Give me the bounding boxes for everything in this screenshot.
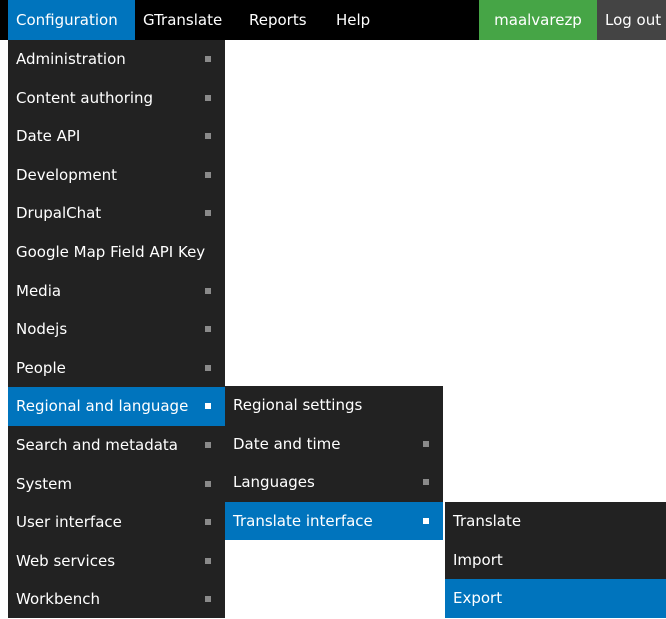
menu-item-regional-settings[interactable]: Regional settings (225, 386, 443, 425)
menu-reports[interactable]: Reports (241, 0, 325, 40)
submenu-indicator-icon (205, 441, 211, 448)
menu-item-date-api[interactable]: Date API (8, 117, 225, 156)
menu-item-label: Development (16, 165, 117, 184)
menu-item-regional-and-language[interactable]: Regional and language (8, 387, 225, 426)
menu-item-development[interactable]: Development (8, 156, 225, 195)
submenu-indicator-icon (205, 403, 211, 410)
logout-link[interactable]: Log out (597, 0, 666, 40)
menu-item-label: Administration (16, 50, 126, 68)
submenu-indicator-icon (205, 557, 211, 564)
submenu-indicator-icon (205, 596, 211, 603)
menu-item-search-and-metadata[interactable]: Search and metadata (8, 426, 225, 465)
menu-item-label: Nodejs (16, 320, 68, 339)
menu-help[interactable]: Help (328, 0, 382, 40)
menu-item-label: Import (453, 550, 503, 569)
menu-item-label: Workbench (16, 590, 100, 609)
menu-item-export[interactable]: Export (445, 579, 666, 618)
menu-item-import[interactable]: Import (445, 541, 666, 580)
configuration-dropdown: Administration Content authoring Date AP… (8, 40, 225, 618)
menu-gtranslate[interactable]: GTranslate (135, 0, 231, 40)
menu-item-label: Content authoring (16, 88, 154, 107)
user-account-link[interactable]: maalvarezp (479, 0, 597, 40)
menu-item-label: Export (453, 589, 503, 608)
menu-item-administration[interactable]: Administration (8, 40, 225, 79)
submenu-indicator-icon (205, 94, 211, 101)
menu-item-label: Regional and language (16, 397, 189, 416)
submenu-indicator-icon (205, 364, 211, 371)
menu-item-label: User interface (16, 513, 122, 532)
submenu-indicator-icon (423, 517, 429, 524)
translate-interface-submenu: Translate Import Export (445, 502, 666, 618)
submenu-indicator-icon (205, 326, 211, 333)
menu-item-label: Media (16, 281, 62, 300)
menu-item-label: Google Map Field API Key (16, 242, 206, 261)
menu-item-label: Regional settings (233, 396, 363, 414)
menu-item-label: People (16, 358, 66, 377)
menu-item-label: Date API (16, 127, 81, 146)
menu-item-translate[interactable]: Translate (445, 502, 666, 541)
menu-item-languages[interactable]: Languages (225, 463, 443, 502)
menu-item-label: Translate (453, 512, 522, 530)
menu-item-google-map-field-api-key[interactable]: Google Map Field API Key (8, 233, 225, 272)
submenu-indicator-icon (205, 133, 211, 140)
menu-configuration[interactable]: Configuration (8, 0, 135, 40)
menu-item-label: Languages (233, 473, 315, 492)
menu-item-label: Web services (16, 551, 116, 570)
menu-item-web-services[interactable]: Web services (8, 542, 225, 581)
submenu-indicator-icon (423, 440, 429, 447)
menu-item-workbench[interactable]: Workbench (8, 580, 225, 619)
submenu-indicator-icon (205, 210, 211, 217)
menu-item-date-and-time[interactable]: Date and time (225, 425, 443, 464)
submenu-indicator-icon (205, 519, 211, 526)
submenu-indicator-icon (205, 171, 211, 178)
menu-item-people[interactable]: People (8, 349, 225, 388)
menu-item-label: Date and time (233, 434, 341, 453)
menu-item-drupalchat[interactable]: DrupalChat (8, 194, 225, 233)
menu-item-label: Search and metadata (16, 435, 178, 454)
menu-item-user-interface[interactable]: User interface (8, 503, 225, 542)
submenu-indicator-icon (205, 56, 211, 62)
submenu-indicator-icon (205, 287, 211, 294)
menu-item-content-authoring[interactable]: Content authoring (8, 79, 225, 118)
menu-item-system[interactable]: System (8, 465, 225, 504)
submenu-indicator-icon (423, 479, 429, 486)
menu-item-label: Translate interface (233, 511, 373, 530)
menu-item-media[interactable]: Media (8, 272, 225, 311)
menu-item-label: DrupalChat (16, 204, 102, 223)
menu-item-nodejs[interactable]: Nodejs (8, 310, 225, 349)
admin-toolbar: Configuration GTranslate Reports Help ma… (0, 0, 666, 40)
regional-and-language-submenu: Regional settings Date and time Language… (225, 386, 443, 541)
submenu-indicator-icon (205, 480, 211, 487)
menu-item-translate-interface[interactable]: Translate interface (225, 501, 443, 541)
menu-item-label: System (16, 474, 72, 493)
